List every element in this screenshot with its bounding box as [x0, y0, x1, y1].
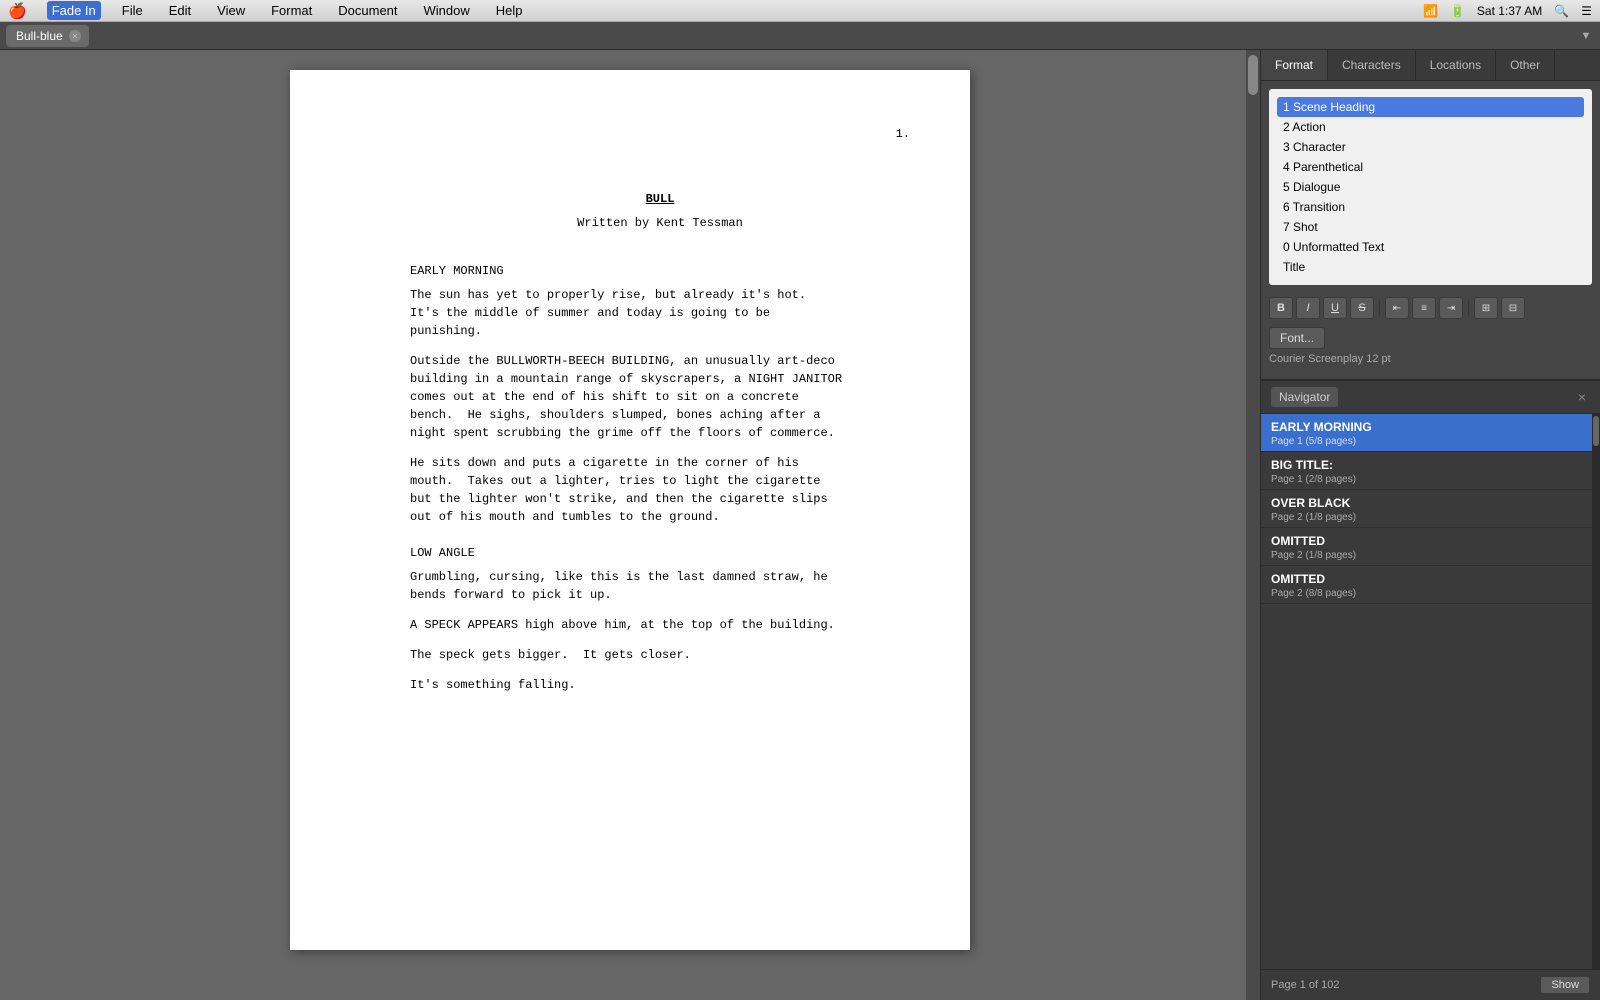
scrollbar-thumb[interactable]: [1248, 55, 1258, 95]
format-toolbar: B I U S ⇤ ≡ ⇥ ⊞ ⊟: [1261, 293, 1600, 323]
nav-item-big-title[interactable]: BIG TITLE: Page 1 (2/8 pages): [1261, 452, 1600, 490]
tab-locations[interactable]: Locations: [1416, 50, 1496, 80]
format-item-dialogue[interactable]: 5 Dialogue: [1277, 177, 1584, 197]
menubar-document[interactable]: Document: [333, 1, 402, 20]
wifi-icon: 📶: [1423, 4, 1438, 18]
font-info: Courier Screenplay 12 pt: [1261, 351, 1600, 367]
script-byline: Written by Kent Tessman: [410, 214, 910, 232]
menubar-window[interactable]: Window: [419, 1, 475, 20]
battery-icon: 🔋: [1450, 4, 1465, 18]
editor-scroll[interactable]: 1. BULL Written by Kent Tessman EARLY MO…: [0, 50, 1260, 1000]
strikethrough-button[interactable]: S: [1350, 297, 1374, 319]
menubar-right: 📶 🔋 Sat 1:37 AM 🔍 ☰: [1423, 4, 1592, 18]
tab-other[interactable]: Other: [1496, 50, 1555, 80]
show-button[interactable]: Show: [1540, 976, 1590, 994]
navigator-panel: Navigator × EARLY MORNING Page 1 (5/8 pa…: [1261, 381, 1600, 1000]
nav-item-omitted-2[interactable]: OMITTED Page 2 (8/8 pages): [1261, 566, 1600, 604]
action-7: It's something falling.: [410, 676, 910, 694]
nav-item-over-black[interactable]: OVER BLACK Page 2 (1/8 pages): [1261, 490, 1600, 528]
align-left-button[interactable]: ⇤: [1385, 297, 1409, 319]
format-item-character[interactable]: 3 Character: [1277, 137, 1584, 157]
italic-button[interactable]: I: [1296, 297, 1320, 319]
menubar-fadein[interactable]: Fade In: [47, 1, 101, 20]
nav-item-sub-1: Page 1 (5/8 pages): [1271, 436, 1590, 447]
toolbar-separator-1: [1379, 299, 1380, 317]
action-6: The speck gets bigger. It gets closer.: [410, 646, 910, 664]
tab-label: Bull-blue: [16, 29, 63, 43]
document-tab[interactable]: Bull-blue ×: [6, 25, 89, 47]
editor-area: 1. BULL Written by Kent Tessman EARLY MO…: [0, 50, 1260, 1000]
bold-button[interactable]: B: [1269, 297, 1293, 319]
datetime-display: Sat 1:37 AM: [1477, 4, 1542, 18]
menu-icon[interactable]: ☰: [1581, 4, 1592, 18]
menubar: 🍎 Fade In File Edit View Format Document…: [0, 0, 1600, 22]
nav-page-info: Page 1 of 102: [1271, 979, 1340, 991]
nav-scrollbar-thumb[interactable]: [1593, 416, 1599, 446]
toolbar-separator-2: [1468, 299, 1469, 317]
format-item-action[interactable]: 2 Action: [1277, 117, 1584, 137]
action-4: Grumbling, cursing, like this is the las…: [410, 568, 910, 604]
editor-scrollbar[interactable]: [1246, 50, 1260, 1000]
tab-close-button[interactable]: ×: [69, 30, 81, 42]
format-item-shot[interactable]: 7 Shot: [1277, 217, 1584, 237]
scene-heading-1: EARLY MORNING: [410, 262, 910, 280]
navigator-close-button[interactable]: ×: [1574, 389, 1590, 405]
main-layout: 1. BULL Written by Kent Tessman EARLY MO…: [0, 50, 1600, 1000]
nav-scrollbar[interactable]: [1592, 414, 1600, 969]
nav-footer: Page 1 of 102 Show: [1261, 969, 1600, 1000]
menubar-format[interactable]: Format: [266, 1, 317, 20]
nav-item-sub-3: Page 2 (1/8 pages): [1271, 512, 1590, 523]
tab-format[interactable]: Format: [1261, 50, 1328, 80]
menubar-edit[interactable]: Edit: [164, 1, 196, 20]
format-item-parenthetical[interactable]: 4 Parenthetical: [1277, 157, 1584, 177]
nav-item-sub-2: Page 1 (2/8 pages): [1271, 474, 1590, 485]
nav-item-early-morning[interactable]: EARLY MORNING Page 1 (5/8 pages): [1261, 414, 1600, 452]
outdent-button[interactable]: ⊟: [1501, 297, 1525, 319]
nav-item-title-5: OMITTED: [1271, 572, 1590, 586]
right-panel: Format Characters Locations Other 1 Scen…: [1260, 50, 1600, 1000]
format-list: 1 Scene Heading 2 Action 3 Character 4 P…: [1269, 89, 1592, 285]
indent-button[interactable]: ⊞: [1474, 297, 1498, 319]
page-number: 1.: [896, 125, 910, 143]
script-page[interactable]: 1. BULL Written by Kent Tessman EARLY MO…: [290, 70, 970, 950]
action-2: Outside the BULLWORTH-BEECH BUILDING, an…: [410, 352, 910, 442]
menubar-view[interactable]: View: [212, 1, 250, 20]
nav-item-sub-4: Page 2 (1/8 pages): [1271, 550, 1590, 561]
font-button[interactable]: Font...: [1269, 327, 1325, 349]
nav-item-sub-5: Page 2 (8/8 pages): [1271, 588, 1590, 599]
tabbar: Bull-blue × ▼: [0, 22, 1600, 50]
action-3: He sits down and puts a cigarette in the…: [410, 454, 910, 526]
format-item-unformatted[interactable]: 0 Unformatted Text: [1277, 237, 1584, 257]
align-center-button[interactable]: ≡: [1412, 297, 1436, 319]
navigator-tab[interactable]: Navigator: [1271, 387, 1338, 407]
action-5: A SPECK APPEARS high above him, at the t…: [410, 616, 910, 634]
tabbar-scroll: ▼: [1578, 28, 1594, 44]
format-item-scene-heading[interactable]: 1 Scene Heading: [1277, 97, 1584, 117]
action-1: The sun has yet to properly rise, but al…: [410, 286, 910, 340]
tab-characters[interactable]: Characters: [1328, 50, 1416, 80]
format-item-transition[interactable]: 6 Transition: [1277, 197, 1584, 217]
search-icon[interactable]: 🔍: [1554, 4, 1569, 18]
nav-item-title-1: EARLY MORNING: [1271, 420, 1590, 434]
menubar-help[interactable]: Help: [491, 1, 528, 20]
nav-item-omitted-1[interactable]: OMITTED Page 2 (1/8 pages): [1261, 528, 1600, 566]
scene-heading-2: LOW ANGLE: [410, 544, 910, 562]
nav-header: Navigator ×: [1261, 381, 1600, 414]
format-item-title[interactable]: Title: [1277, 257, 1584, 277]
nav-list-wrapper: EARLY MORNING Page 1 (5/8 pages) BIG TIT…: [1261, 414, 1600, 969]
menubar-file[interactable]: File: [117, 1, 148, 20]
nav-item-title-3: OVER BLACK: [1271, 496, 1590, 510]
nav-list[interactable]: EARLY MORNING Page 1 (5/8 pages) BIG TIT…: [1261, 414, 1600, 969]
nav-item-title-4: OMITTED: [1271, 534, 1590, 548]
panel-tabs: Format Characters Locations Other: [1261, 50, 1600, 81]
underline-button[interactable]: U: [1323, 297, 1347, 319]
nav-item-title-2: BIG TITLE:: [1271, 458, 1590, 472]
script-title: BULL: [410, 190, 910, 208]
align-right-button[interactable]: ⇥: [1439, 297, 1463, 319]
apple-menu[interactable]: 🍎: [8, 2, 27, 20]
format-panel: Format Characters Locations Other 1 Scen…: [1261, 50, 1600, 381]
